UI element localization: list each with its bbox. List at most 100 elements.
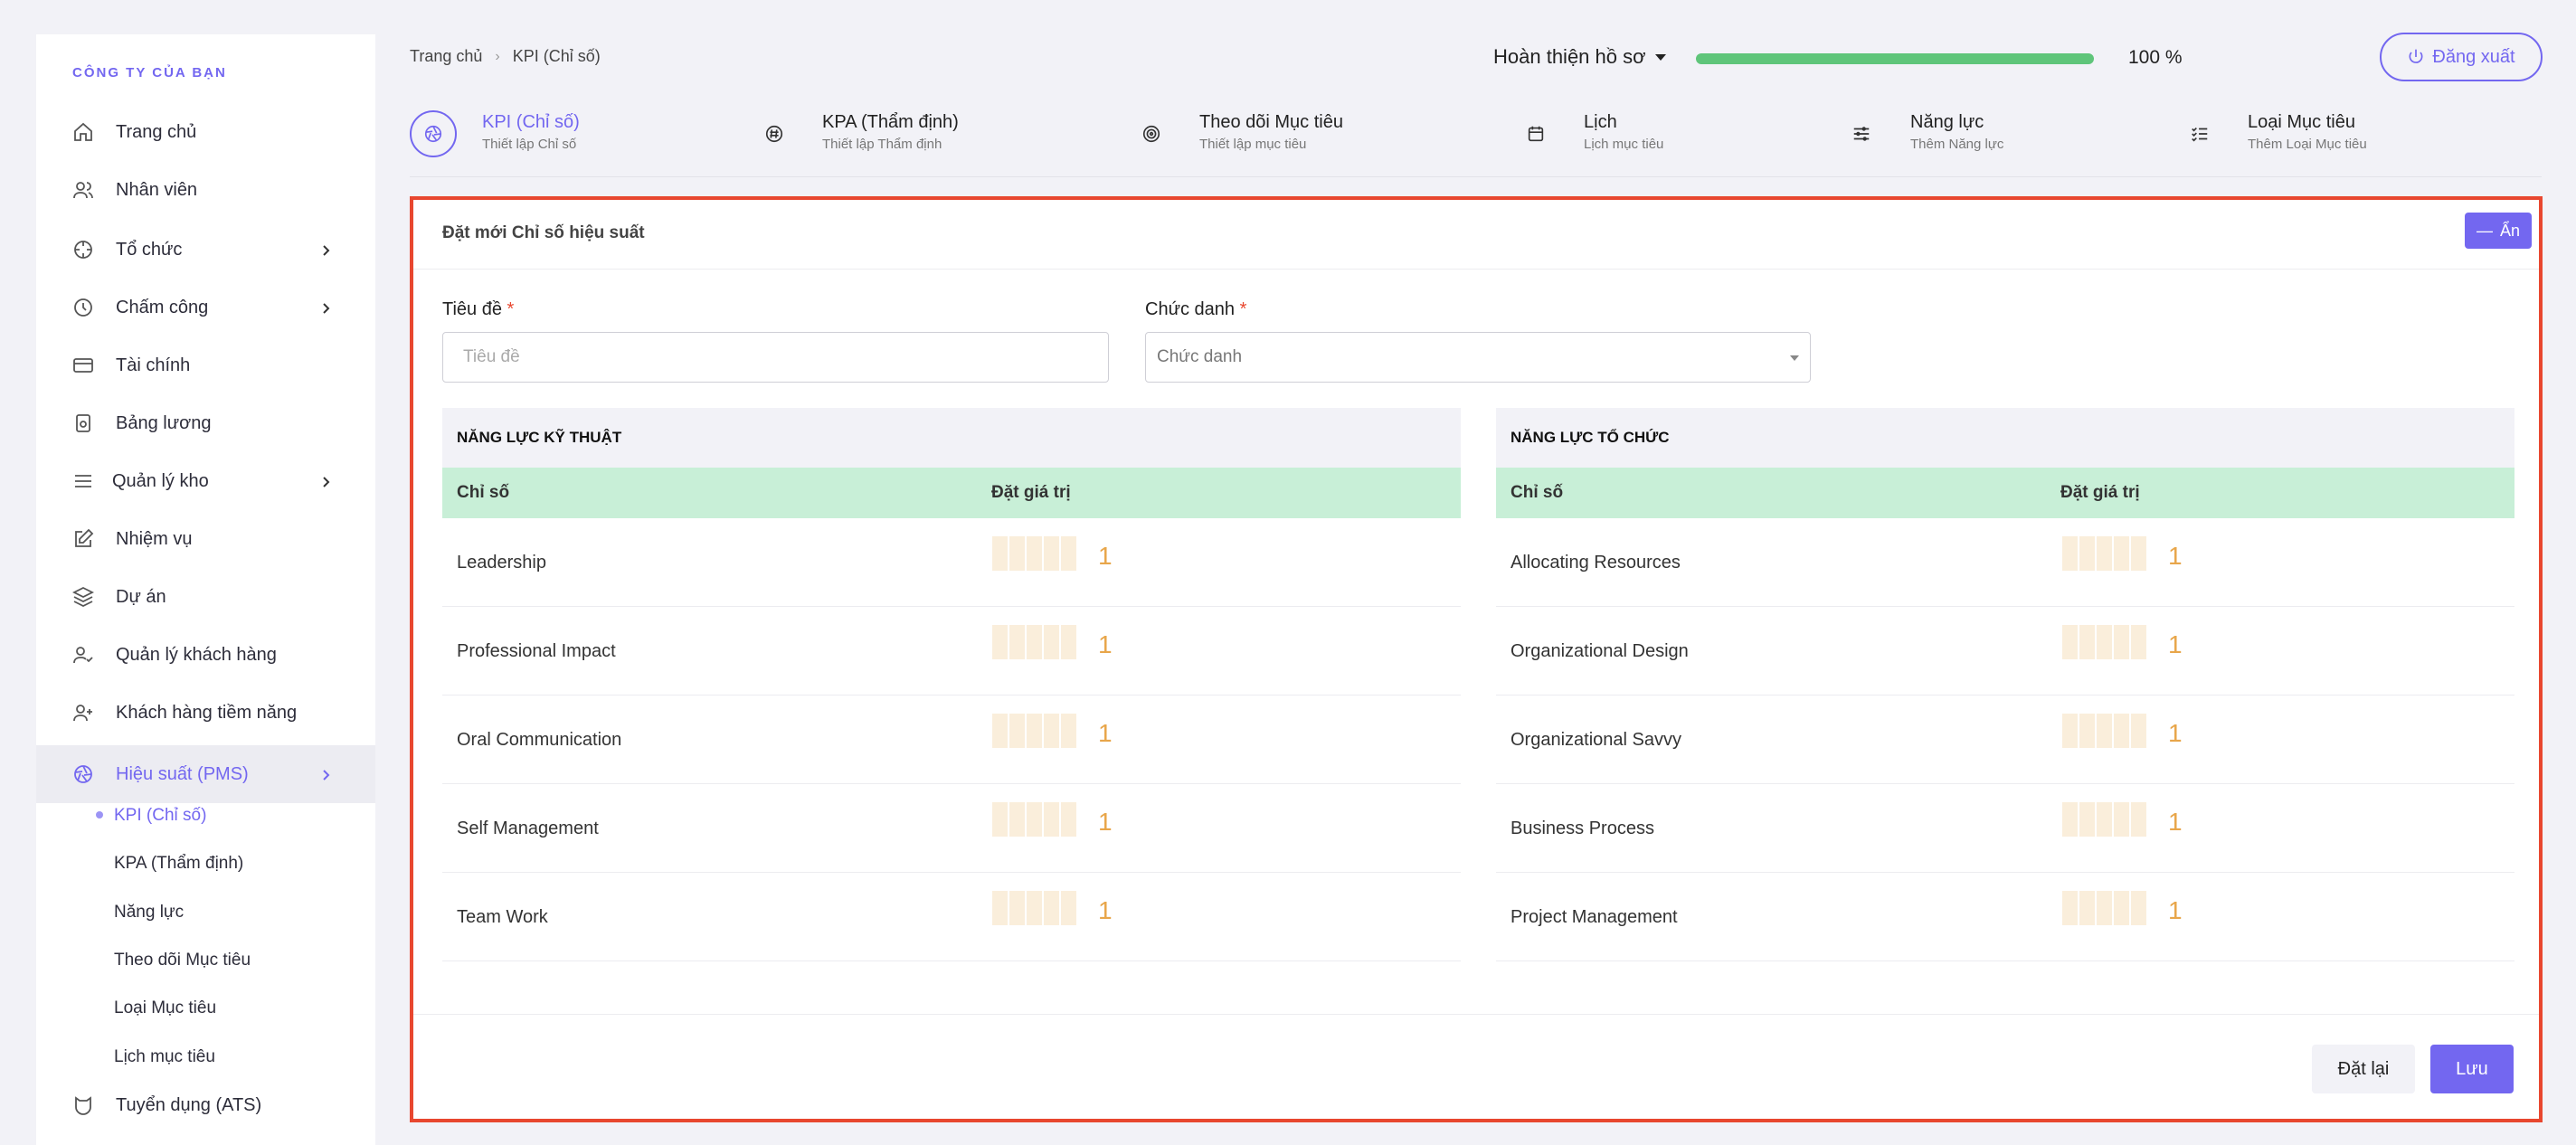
rating-segment[interactable]: [992, 802, 1008, 837]
rating-segment[interactable]: [1027, 536, 1042, 571]
rating-segment[interactable]: [2131, 625, 2146, 659]
subitem-kpa[interactable]: KPA (Thẩm định): [114, 854, 243, 874]
subitem-goal-calendar[interactable]: Lịch mục tiêu: [114, 1047, 215, 1067]
rating-segment[interactable]: [1009, 891, 1025, 925]
rating-segment[interactable]: [1061, 714, 1076, 748]
hide-button[interactable]: — Ẩn: [2465, 213, 2532, 249]
rating-bar[interactable]: [992, 891, 1078, 925]
rating-segment[interactable]: [2079, 536, 2095, 571]
rating-segment[interactable]: [1009, 625, 1025, 659]
rating-segment[interactable]: [1044, 891, 1059, 925]
rating-segment[interactable]: [2062, 802, 2078, 837]
rating-segment[interactable]: [1044, 802, 1059, 837]
breadcrumb-home[interactable]: Trang chủ: [410, 47, 482, 66]
rating-segment[interactable]: [1027, 802, 1042, 837]
sidebar-item-tasks[interactable]: Nhiệm vụ: [36, 514, 375, 564]
rating-segment[interactable]: [1044, 625, 1059, 659]
rating-segment[interactable]: [1027, 625, 1042, 659]
table-row: Allocating Resources 1: [1496, 518, 2514, 607]
tab-kpi[interactable]: KPI (Chỉ số) Thiết lập Chỉ số: [410, 105, 591, 159]
rating-segment[interactable]: [2131, 536, 2146, 571]
rating-segment[interactable]: [2114, 625, 2129, 659]
rating-segment[interactable]: [1044, 714, 1059, 748]
rating-segment[interactable]: [1044, 536, 1059, 571]
rating-segment[interactable]: [992, 625, 1008, 659]
sidebar-item-recruitment[interactable]: Tuyển dụng (ATS): [36, 1080, 375, 1131]
rating-segment[interactable]: [2079, 802, 2095, 837]
title-input[interactable]: [442, 332, 1109, 383]
sidebar-item-warehouse[interactable]: Quản lý kho: [36, 456, 375, 506]
sidebar-item-label: Tuyển dụng (ATS): [116, 1094, 262, 1115]
sidebar-item-home[interactable]: Trang chủ: [36, 107, 375, 157]
rating-segment[interactable]: [2079, 714, 2095, 748]
required-mark: *: [1239, 299, 1247, 319]
rating-segment[interactable]: [1061, 802, 1076, 837]
rating-bar[interactable]: [2062, 625, 2148, 659]
rating-segment[interactable]: [2131, 802, 2146, 837]
rating-bar[interactable]: [992, 625, 1078, 659]
rating-segment[interactable]: [2062, 714, 2078, 748]
sidebar-item-employees[interactable]: Nhân viên: [36, 165, 375, 215]
rating-segment[interactable]: [1027, 714, 1042, 748]
rating-bar[interactable]: [2062, 714, 2148, 748]
rating-segment[interactable]: [2097, 536, 2112, 571]
tab-kpa[interactable]: KPA (Thẩm định) Thiết lập Thẩm định: [751, 105, 986, 159]
chevron-right-icon: [318, 242, 333, 257]
rating-bar[interactable]: [2062, 802, 2148, 837]
rating-segment[interactable]: [1061, 536, 1076, 571]
rating-segment[interactable]: [1061, 625, 1076, 659]
rating-segment[interactable]: [2114, 891, 2129, 925]
sidebar-item-organization[interactable]: Tổ chức: [36, 224, 375, 275]
rating-segment[interactable]: [2097, 714, 2112, 748]
sidebar-item-performance[interactable]: Hiệu suất (PMS): [36, 745, 375, 803]
sidebar-item-finance[interactable]: Tài chính: [36, 340, 375, 391]
sidebar-item-attendance[interactable]: Chấm công: [36, 282, 375, 333]
subitem-kpi[interactable]: KPI (Chỉ số): [114, 806, 206, 826]
rating-segment[interactable]: [2079, 891, 2095, 925]
rating-segment[interactable]: [1061, 891, 1076, 925]
sidebar-item-leads[interactable]: Khách hàng tiềm năng: [36, 687, 375, 738]
rating-bar[interactable]: [2062, 536, 2148, 571]
rating-segment[interactable]: [2114, 714, 2129, 748]
rating-segment[interactable]: [2131, 891, 2146, 925]
rating-segment[interactable]: [2114, 802, 2129, 837]
rating-bar[interactable]: [992, 536, 1078, 571]
rating-segment[interactable]: [2097, 802, 2112, 837]
sidebar-item-label: Tổ chức: [116, 239, 183, 260]
rating-segment[interactable]: [2062, 536, 2078, 571]
tab-goal-type[interactable]: Loại Mục tiêu Thêm Loại Mục tiêu: [2176, 105, 2393, 159]
profile-completion-dropdown[interactable]: Hoàn thiện hồ sơ: [1493, 45, 1666, 69]
tab-goal-tracking[interactable]: Theo dõi Mục tiêu Thiết lập mục tiêu: [1128, 105, 1363, 159]
rating-segment[interactable]: [1027, 891, 1042, 925]
reset-button[interactable]: Đặt lại: [2312, 1045, 2415, 1093]
rating-segment[interactable]: [2097, 891, 2112, 925]
position-select[interactable]: Chức danh: [1145, 332, 1811, 383]
rating-segment[interactable]: [1009, 802, 1025, 837]
rating-segment[interactable]: [1009, 536, 1025, 571]
tab-competency[interactable]: Năng lực Thêm Năng lực: [1838, 105, 2037, 159]
rating-segment[interactable]: [2131, 714, 2146, 748]
rating-segment[interactable]: [2062, 891, 2078, 925]
tabs-divider: [410, 176, 2542, 177]
sidebar-item-projects[interactable]: Dự án: [36, 572, 375, 622]
rating-segment[interactable]: [992, 536, 1008, 571]
rating-segment[interactable]: [992, 714, 1008, 748]
rating-bar[interactable]: [992, 802, 1078, 837]
logout-button[interactable]: Đăng xuất: [2380, 33, 2543, 81]
rating-bar[interactable]: [992, 714, 1078, 748]
sidebar-item-customers[interactable]: Quản lý khách hàng: [36, 629, 375, 680]
rating-segment[interactable]: [2097, 625, 2112, 659]
subitem-goal-tracking[interactable]: Theo dõi Mục tiêu: [114, 951, 251, 970]
aperture-icon: [71, 762, 96, 787]
tab-calendar[interactable]: Lịch Lịch mục tiêu: [1512, 105, 1693, 159]
save-button[interactable]: Lưu: [2430, 1045, 2514, 1093]
rating-segment[interactable]: [2114, 536, 2129, 571]
sidebar-item-payroll[interactable]: Bảng lương: [36, 398, 375, 449]
rating-segment[interactable]: [2062, 625, 2078, 659]
rating-segment[interactable]: [992, 891, 1008, 925]
rating-segment[interactable]: [1009, 714, 1025, 748]
rating-segment[interactable]: [2079, 625, 2095, 659]
subitem-goal-type[interactable]: Loại Mục tiêu: [114, 998, 216, 1018]
subitem-competency[interactable]: Năng lực: [114, 903, 184, 923]
rating-bar[interactable]: [2062, 891, 2148, 925]
